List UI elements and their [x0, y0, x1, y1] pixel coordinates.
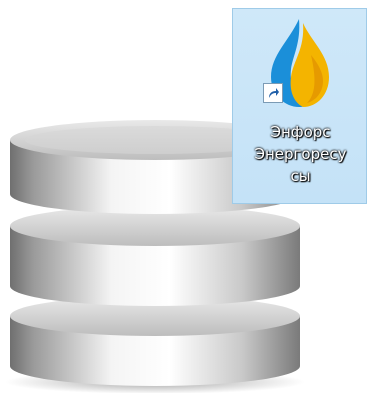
- shortcut-arrow-icon: [263, 83, 283, 103]
- shortcut-label: Энфорс Энергоресу сы: [233, 121, 367, 187]
- desktop-shortcut-enforce[interactable]: Энфорс Энергоресу сы: [232, 8, 367, 204]
- shortcut-label-line2: Энергоресу: [254, 145, 347, 163]
- shortcut-label-line3: сы: [290, 167, 311, 185]
- shortcut-label-line1: Энфорс: [270, 123, 331, 141]
